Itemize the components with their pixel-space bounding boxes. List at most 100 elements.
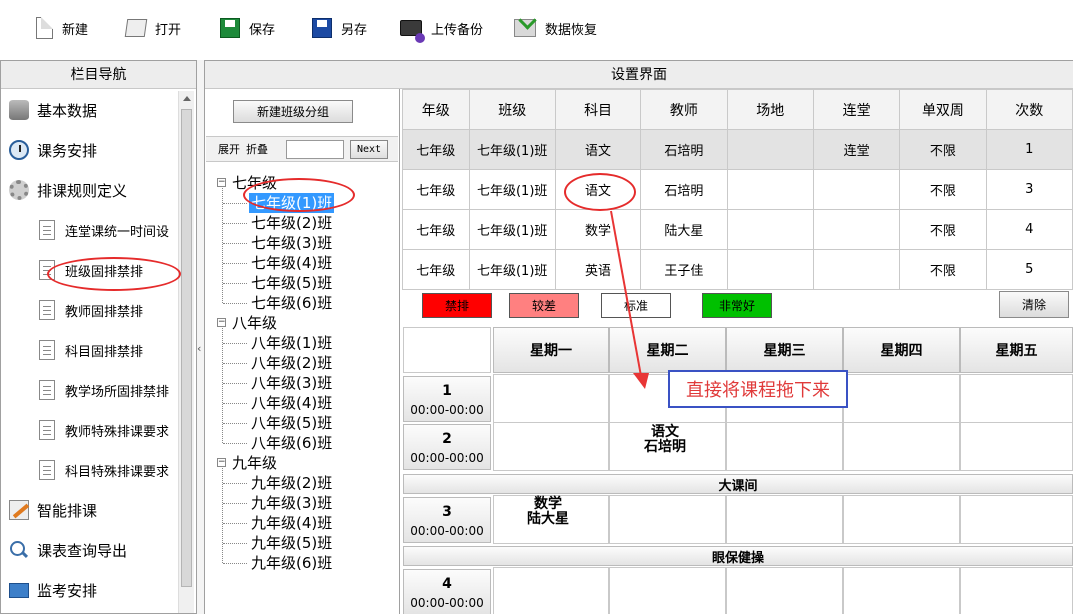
- schedule-cell[interactable]: [726, 495, 843, 544]
- tree-class-node[interactable]: 九年级(5)班: [249, 533, 334, 553]
- table-cell[interactable]: [812, 209, 901, 250]
- day-header[interactable]: 星期二: [609, 327, 726, 373]
- table-cell[interactable]: 七年级(1)班: [468, 209, 556, 250]
- tree-class-node[interactable]: 八年级(2)班: [249, 353, 334, 373]
- period-header[interactable]: 4 00:00-00:00: [403, 569, 491, 614]
- column-header[interactable]: 教师: [640, 89, 728, 130]
- schedule-cell[interactable]: [726, 567, 843, 614]
- table-cell[interactable]: 七年级: [402, 129, 470, 170]
- tree-toggle-icon[interactable]: −: [217, 178, 226, 187]
- table-cell[interactable]: 不限: [899, 129, 987, 170]
- nav-sub-subject-fixed[interactable]: 科目固排禁排: [1, 335, 179, 365]
- expand-all-button[interactable]: 展开: [218, 141, 240, 157]
- schedule-cell[interactable]: [843, 567, 960, 614]
- day-header[interactable]: 星期一: [493, 327, 609, 373]
- nav-item-smart-scheduling[interactable]: 智能排课: [1, 495, 176, 525]
- schedule-cell[interactable]: [960, 422, 1073, 471]
- table-cell[interactable]: 语文: [554, 129, 642, 170]
- panel-splitter[interactable]: ‹: [197, 60, 205, 614]
- table-row[interactable]: 七年级 七年级(1)班 数学 陆大星 不限 4: [402, 209, 1073, 250]
- nav-item-basic-data[interactable]: 基本数据: [1, 95, 176, 125]
- tree-class-node[interactable]: 九年级(4)班: [249, 513, 334, 533]
- tree-class-node[interactable]: 九年级(3)班: [249, 493, 334, 513]
- collapse-all-button[interactable]: 折叠: [246, 141, 268, 157]
- table-cell[interactable]: 4: [985, 209, 1073, 250]
- tree-class-node[interactable]: 七年级(6)班: [249, 293, 334, 313]
- tree-class-node[interactable]: 九年级(2)班: [249, 473, 334, 493]
- tree-search-input[interactable]: [286, 140, 344, 159]
- schedule-cell[interactable]: [609, 567, 726, 614]
- table-cell[interactable]: 七年级: [402, 209, 470, 250]
- table-cell[interactable]: 不限: [899, 169, 987, 210]
- schedule-cell[interactable]: [726, 422, 843, 471]
- schedule-cell[interactable]: [493, 422, 609, 471]
- schedule-cell[interactable]: [843, 495, 960, 544]
- nav-item-rule-definition[interactable]: 排课规则定义: [1, 175, 176, 205]
- nav-item-timetable-query[interactable]: 课表查询导出: [1, 535, 176, 565]
- legend-poor-button[interactable]: 较差: [509, 293, 579, 318]
- new-class-group-button[interactable]: 新建班级分组: [233, 100, 353, 123]
- tree-grade-node[interactable]: 八年级: [232, 313, 277, 333]
- lesson-card[interactable]: 语文 石培明: [635, 425, 695, 455]
- nav-scrollbar[interactable]: [178, 91, 194, 613]
- period-header[interactable]: 3 00:00-00:00: [403, 497, 491, 543]
- table-cell[interactable]: 七年级(1)班: [468, 129, 556, 170]
- legend-excellent-button[interactable]: 非常好: [702, 293, 772, 318]
- column-header[interactable]: 单双周: [899, 89, 987, 130]
- table-cell[interactable]: 陆大星: [640, 209, 728, 250]
- nav-sub-class-fixed[interactable]: 班级固排禁排: [1, 255, 179, 285]
- column-header[interactable]: 科目: [554, 89, 642, 130]
- table-cell[interactable]: [726, 129, 814, 170]
- schedule-cell[interactable]: [960, 495, 1073, 544]
- tree-class-node[interactable]: 八年级(6)班: [249, 433, 334, 453]
- scroll-up-icon[interactable]: [183, 96, 191, 101]
- legend-forbidden-button[interactable]: 禁排: [422, 293, 492, 318]
- table-cell[interactable]: 王子佳: [640, 249, 728, 290]
- tree-class-node[interactable]: 七年级(2)班: [249, 213, 334, 233]
- table-cell[interactable]: 1: [985, 129, 1073, 170]
- column-header[interactable]: 班级: [468, 89, 556, 130]
- nav-sub-venue-fixed[interactable]: 教学场所固排禁排: [1, 375, 179, 405]
- table-cell[interactable]: 七年级: [402, 249, 470, 290]
- schedule-cell[interactable]: [960, 567, 1073, 614]
- day-header[interactable]: 星期三: [726, 327, 843, 373]
- table-cell[interactable]: [726, 209, 814, 250]
- table-cell[interactable]: 语文: [554, 169, 642, 210]
- nav-sub-subject-special[interactable]: 科目特殊排课要求: [1, 455, 179, 485]
- column-header[interactable]: 连堂: [812, 89, 901, 130]
- tree-class-node[interactable]: 七年级(5)班: [249, 273, 334, 293]
- legend-standard-button[interactable]: 标准: [601, 293, 671, 318]
- column-header[interactable]: 年级: [402, 89, 470, 130]
- table-cell[interactable]: [812, 169, 901, 210]
- save-as-button[interactable]: 另存: [312, 14, 367, 42]
- column-header[interactable]: 次数: [985, 89, 1073, 130]
- schedule-cell[interactable]: [843, 422, 960, 471]
- nav-item-exam-proctoring[interactable]: 监考安排: [1, 575, 176, 605]
- clear-button[interactable]: 清除: [999, 291, 1069, 318]
- nav-sub-consecutive-time[interactable]: 连堂课统一时间设: [1, 215, 179, 245]
- table-cell[interactable]: 数学: [554, 209, 642, 250]
- table-cell[interactable]: 不限: [899, 209, 987, 250]
- nav-sub-teacher-special[interactable]: 教师特殊排课要求: [1, 415, 179, 445]
- period-header[interactable]: 2 00:00-00:00: [403, 424, 491, 470]
- new-button[interactable]: 新建: [36, 14, 88, 42]
- tree-class-node[interactable]: 七年级(3)班: [249, 233, 334, 253]
- tree-toggle-icon[interactable]: −: [217, 458, 226, 467]
- table-cell[interactable]: 七年级(1)班: [468, 249, 556, 290]
- tree-class-node[interactable]: 七年级(1)班: [249, 193, 335, 213]
- open-button[interactable]: 打开: [124, 14, 181, 42]
- collapse-chevron-icon[interactable]: ‹: [197, 342, 201, 355]
- table-cell[interactable]: [726, 249, 814, 290]
- tree-class-node[interactable]: 七年级(4)班: [249, 253, 334, 273]
- schedule-cell[interactable]: [493, 374, 609, 423]
- tree-class-node[interactable]: 八年级(4)班: [249, 393, 334, 413]
- tree-class-node[interactable]: 九年级(6)班: [249, 553, 334, 573]
- table-cell[interactable]: [812, 249, 901, 290]
- table-cell[interactable]: 石培明: [640, 129, 728, 170]
- table-row[interactable]: 七年级 七年级(1)班 英语 王子佳 不限 5: [402, 249, 1073, 290]
- tree-class-node[interactable]: 八年级(1)班: [249, 333, 334, 353]
- tree-class-node[interactable]: 八年级(5)班: [249, 413, 334, 433]
- nav-scroll-thumb[interactable]: [181, 109, 192, 587]
- day-header[interactable]: 星期五: [960, 327, 1073, 373]
- period-header[interactable]: 1 00:00-00:00: [403, 376, 491, 422]
